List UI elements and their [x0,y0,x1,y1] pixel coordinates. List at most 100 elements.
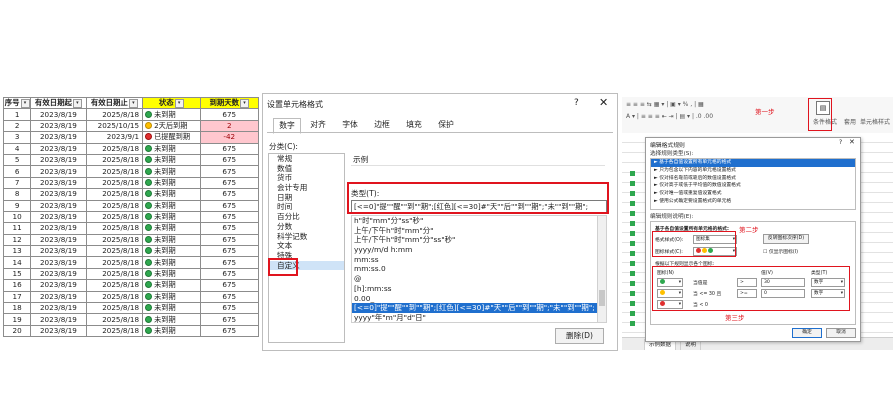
cell-status[interactable]: 未到期 [142,153,201,167]
cell-days-left[interactable]: -42 [199,131,259,144]
cell-status[interactable]: 未到期 [142,199,201,212]
cell-days-left[interactable]: 675 [199,142,259,155]
cell-start-date[interactable]: 2023/8/19 [30,199,87,212]
header-status[interactable]: 状态 ▾ [142,96,201,110]
cell-start-date[interactable]: 2023/8/19 [30,210,87,224]
cell-no[interactable]: 17 [2,290,32,304]
cell-days-left[interactable]: 675 [199,245,259,258]
cell-end-date[interactable]: 2025/8/18 [85,245,144,258]
reverse-icon-order-button[interactable]: 反转图标次序(D) [763,234,809,244]
tab-fill[interactable]: 填充 [401,118,427,132]
cell-days-left[interactable]: 675 [199,153,259,167]
cell-no[interactable]: 11 [2,222,32,235]
cell-start-date[interactable]: 2023/8/19 [30,233,87,247]
cell-status[interactable]: 未到期 [142,324,201,338]
cell-no[interactable]: 5 [2,153,32,167]
category-item[interactable]: 常规 [269,154,344,164]
table-row[interactable]: 18 2023/8/19 2025/8/18 未到期 675 [2,302,259,315]
cell-no[interactable]: 9 [2,199,32,212]
cell-start-date[interactable]: 2023/8/19 [30,119,87,133]
cell-days-left[interactable]: 675 [199,176,259,190]
table-row[interactable]: 20 2023/8/19 2025/8/18 未到期 675 [2,324,259,338]
cell-start-date[interactable]: 2023/8/19 [30,313,87,326]
cell-end-date[interactable]: 2025/8/18 [85,302,144,315]
tab-alignment[interactable]: 对齐 [305,118,331,132]
scrollbar-thumb[interactable] [599,290,605,306]
cell-no[interactable]: 13 [2,245,32,258]
table-row[interactable]: 14 2023/8/19 2025/8/18 未到期 675 [2,256,259,269]
header-end-date[interactable]: 有效日期止 ▾ [85,96,144,110]
cell-status[interactable]: 已提醒到期 [142,131,201,144]
close-icon[interactable]: ✕ [599,96,608,109]
header-no[interactable]: 序号 ▾ [2,96,32,110]
category-item[interactable]: 文本 [269,241,344,251]
cell-no[interactable]: 7 [2,176,32,190]
show-icon-only-checkbox[interactable]: ☐ 仅显示图标(I) [763,248,798,255]
cell-end-date[interactable]: 2025/10/15 [85,119,144,133]
cell-start-date[interactable]: 2023/8/19 [30,176,87,190]
header-days-left[interactable]: 到期天数 ▾ [199,96,259,110]
table-row[interactable]: 6 2023/8/19 2025/8/18 未到期 675 [2,165,259,178]
category-list[interactable]: 常规 数值 货币 会计专用 日期 时间 百分比 分数 科学记数 文本 特殊 自定义 [268,153,345,343]
format-item[interactable]: [<=0]"提""醒""到""期";[红色][<=30]#"天""后""到""期… [352,303,598,313]
cell-days-left[interactable]: 675 [199,188,259,201]
cell-status[interactable]: 未到期 [142,256,201,269]
cell-no[interactable]: 8 [2,188,32,201]
table-row[interactable]: 13 2023/8/19 2025/8/18 未到期 675 [2,245,259,258]
format-item[interactable]: yyyy/m/d h:mm [352,245,598,255]
close-icon[interactable]: ✕ [849,138,855,146]
cell-no[interactable]: 1 [2,108,32,121]
tab-font[interactable]: 字体 [337,118,363,132]
rule-type-item[interactable]: ► 仅对唯一值或重复值设置格式 [651,190,855,198]
ok-button[interactable]: 确定 [792,328,822,338]
cell-status[interactable]: 未到期 [142,108,201,121]
cell-start-date[interactable]: 2023/8/19 [30,324,87,338]
table-row[interactable]: 1 2023/8/19 2025/8/18 未到期 675 [2,108,259,121]
tab-protection[interactable]: 保护 [433,118,459,132]
cell-status[interactable]: 未到期 [142,290,201,304]
cell-end-date[interactable]: 2025/8/18 [85,279,144,292]
cell-status[interactable]: 未到期 [142,165,201,178]
cell-start-date[interactable]: 2023/8/19 [30,302,87,315]
cell-no[interactable]: 19 [2,313,32,326]
help-icon[interactable]: ? [574,98,579,108]
table-row[interactable]: 10 2023/8/19 2025/8/18 未到期 675 [2,210,259,224]
category-item[interactable]: 时间 [269,202,344,212]
category-item[interactable]: 日期 [269,193,344,203]
cell-status[interactable]: 未到期 [142,279,201,292]
table-row[interactable]: 2 2023/8/19 2025/10/15 2天后到期 2 [2,119,259,133]
cell-status[interactable]: 未到期 [142,313,201,326]
cancel-button[interactable]: 取消 [826,328,856,338]
cell-status[interactable]: 未到期 [142,188,201,201]
cell-status[interactable]: 未到期 [142,245,201,258]
format-item[interactable]: mm:ss [352,255,598,265]
category-item[interactable]: 科学记数 [269,232,344,242]
cell-end-date[interactable]: 2025/8/18 [85,108,144,121]
cell-days-left[interactable]: 675 [199,324,259,338]
format-list-scrollbar[interactable] [597,215,607,323]
cell-start-date[interactable]: 2023/8/19 [30,267,87,281]
cell-status[interactable]: 未到期 [142,210,201,224]
cell-days-left[interactable]: 675 [199,210,259,224]
help-icon[interactable]: ? [839,139,842,146]
table-row[interactable]: 12 2023/8/19 2025/8/18 未到期 675 [2,233,259,247]
format-item[interactable]: 上午/下午h"时"mm"分"ss"秒" [352,235,598,245]
cell-status[interactable]: 未到期 [142,233,201,247]
table-row[interactable]: 8 2023/8/19 2025/8/18 未到期 675 [2,188,259,201]
cell-no[interactable]: 16 [2,279,32,292]
cell-no[interactable]: 15 [2,267,32,281]
cell-end-date[interactable]: 2025/8/18 [85,290,144,304]
tab-border[interactable]: 边框 [369,118,395,132]
category-item[interactable]: 百分比 [269,212,344,222]
cell-status[interactable]: 未到期 [142,176,201,190]
category-item[interactable]: 数值 [269,164,344,174]
cell-start-date[interactable]: 2023/8/19 [30,153,87,167]
format-item[interactable]: @ [352,274,598,284]
table-row[interactable]: 19 2023/8/19 2025/8/18 未到期 675 [2,313,259,326]
cell-start-date[interactable]: 2023/8/19 [30,142,87,155]
cell-end-date[interactable]: 2025/8/18 [85,210,144,224]
filter-dropdown-icon[interactable]: ▾ [174,98,184,108]
cell-end-date[interactable]: 2025/8/18 [85,324,144,338]
format-item[interactable]: 0.00_ [352,294,598,304]
filter-dropdown-icon[interactable]: ▾ [72,98,82,108]
